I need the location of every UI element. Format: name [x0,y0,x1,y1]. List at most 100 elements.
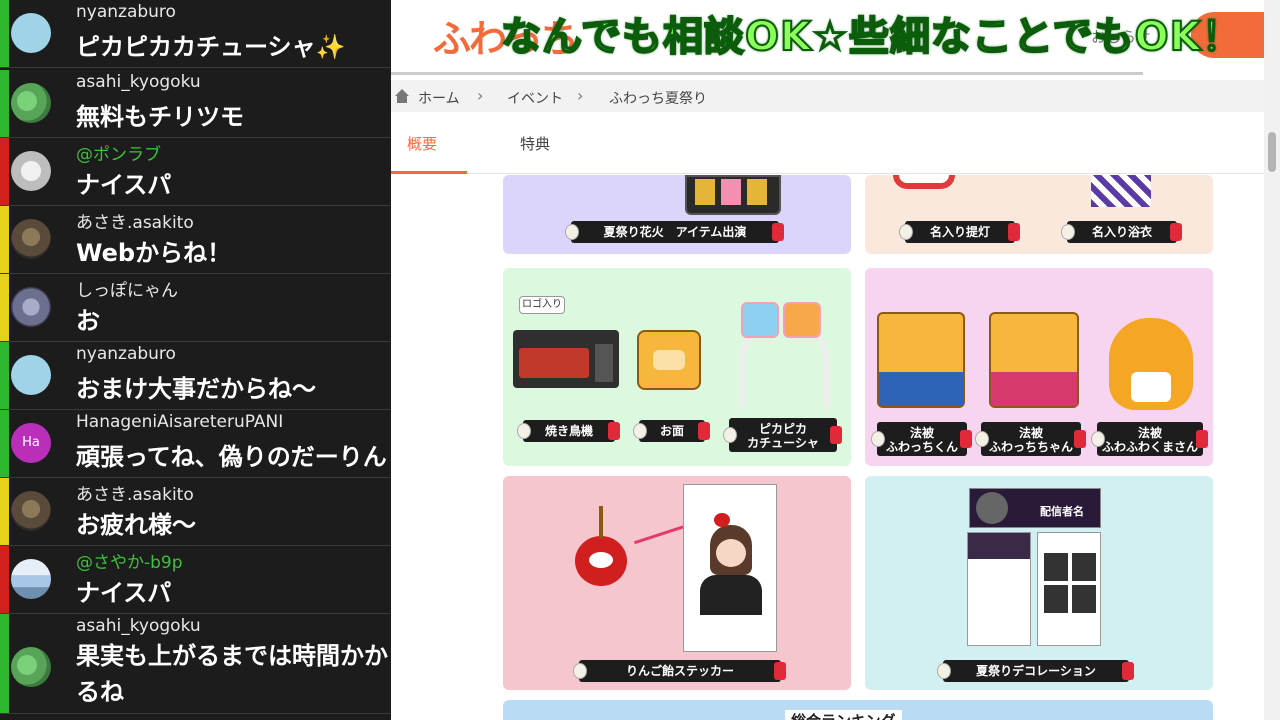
breadcrumb-home[interactable]: ホーム [418,88,460,108]
avatar [11,219,51,259]
reward-label-text: 名入り提灯 [929,225,990,239]
chat-username: asahi_kyogoku [76,72,201,92]
message-color-bar [0,342,9,409]
avatar [11,647,51,687]
reward-label: ピカピカ カチューシャ [723,418,842,452]
scrollbar[interactable] [1264,0,1280,720]
mask-image [637,330,701,390]
reward-label: 法被 ふわふわくまさん [1091,422,1208,456]
reward-label: 名入り浴衣 [1061,221,1182,243]
chat-message: しっぽにゃん お [0,274,391,342]
reward-card-apple-sticker: りんご飴ステッカー [503,476,851,690]
chat-username: あさき.asakito [76,213,194,233]
message-color-bar [0,546,9,613]
grill-image [513,330,619,388]
chat-username: nyanzaburo [76,344,176,364]
reward-label-text: りんご飴ステッカー [625,664,734,678]
chat-message: @さやか-b9p ナイスパ [0,546,391,614]
ranking-title: 総合ランキング [785,710,902,720]
avatar [11,491,51,531]
chat-username: HanageniAisareteruPANI [76,412,284,432]
decoration-banner-image: 配信者名 [969,488,1101,528]
chat-message: @ポンラブ ナイスパ [0,138,391,206]
chat-username: nyanzaburo [76,2,176,22]
message-color-bar [0,0,9,67]
reward-label: 名入り提灯 [899,221,1020,243]
chat-message: asahi_kyogoku 果実も上がるまでは時間かかるね [0,614,391,714]
reward-label: 夏祭りデコレーション [937,660,1134,682]
home-icon[interactable] [394,88,410,104]
chat-text: ナイスパ [76,171,172,199]
avatar-initials: Ha [22,435,40,450]
chat-username: あさき.asakito [76,485,194,505]
happi-mascot-girl-image [989,312,1079,408]
breadcrumb-current: ふわっち夏祭り [609,91,707,107]
reward-card-happi: 法被 ふわっちくん 法被 ふわっちちゃん 法被 ふわふわくまさん [865,268,1213,466]
message-color-bar [0,70,9,137]
banner-text: なんでも相談OK☆些細なことでもOK！ [500,13,1243,61]
avatar [11,83,51,123]
site-header: ふわっち おしらせ なんでも相談OK☆些細なことでもOK！ [391,0,1280,75]
chevron-right-icon: › [577,86,584,105]
chat-text: ピカピカカチューシャ✨ [76,33,346,61]
chat-username: asahi_kyogoku [76,616,201,636]
tab-rewards[interactable]: 特典 [520,133,550,154]
happi-bear-image [1109,318,1193,410]
reward-card-items: ロゴ入り 焼き鳥機 お面 ピカピカ カチューシャ [503,268,851,466]
avatar [11,287,51,327]
reward-label: お面 [633,420,710,442]
message-color-bar [0,410,9,477]
breadcrumb-event[interactable]: イベント [507,88,563,108]
breadcrumb: ホーム › イベント › ふわっち夏祭り [391,80,1280,112]
reward-label-text: 法被 ふわっちくん [885,426,958,454]
happi-mascot-boy-image [877,312,965,408]
chat-text: お [76,307,100,335]
phone-image [685,175,781,215]
active-tab-indicator [391,171,467,174]
chat-text: Webからね！ [76,239,232,267]
reward-label: 焼き鳥機 [517,420,620,442]
reward-card-decoration: 配信者名 夏祭りデコレーション [865,476,1213,690]
message-color-bar [0,614,9,713]
chat-text: 無料もチリツモ [76,103,244,131]
avatar [11,13,51,53]
stream-overlay-banner: なんでも相談OK☆些細なことでもOK！ [500,4,1243,62]
yukata-image [1091,175,1151,207]
tab-overview[interactable]: 概要 [407,133,437,154]
chat-text: おまけ大事だからね〜 [76,375,316,403]
chat-text: 頑張ってね、偽りのだーりん [76,443,387,471]
reward-label-text: お面 [659,424,684,438]
phone-preview-image [683,484,777,652]
header-divider [391,72,1143,75]
reward-card-fireworks: 夏祭り花火 アイテム出演 [503,175,851,254]
message-color-bar [0,138,9,205]
chat-message: あさき.asakito Webからね！ [0,206,391,274]
logo-tag: ロゴ入り [519,296,565,314]
reward-label-text: 法被 ふわっちちゃん [988,426,1073,454]
reward-label: 法被 ふわっちくん [871,422,972,456]
decoration-grid-image [1037,532,1101,646]
chat-panel: nyanzaburo ピカピカカチューシャ✨ asahi_kyogoku 無料も… [0,0,391,720]
tab-bar: 概要 特典 [391,112,1280,174]
decoration-screen-image [967,532,1031,646]
reward-label-text: ピカピカ カチューシャ [747,422,819,450]
reward-label-text: 焼き鳥機 [544,424,593,438]
reward-label-text: 法被 ふわふわくまさん [1101,426,1198,454]
reward-label: 夏祭り花火 アイテム出演 [565,221,784,243]
avatar [11,559,51,599]
candy-apple-image [575,536,627,586]
avatar [11,151,51,191]
chat-username: @ポンラブ [76,145,161,165]
lantern-image [893,175,955,189]
message-color-bar [0,274,9,341]
chat-message: asahi_kyogoku 無料もチリツモ [0,70,391,138]
chevron-right-icon: › [477,86,484,105]
chat-username: しっぽにゃん [76,281,178,301]
message-color-bar [0,206,9,273]
scrollbar-thumb[interactable] [1268,132,1276,172]
message-color-bar [0,478,9,545]
browser-page: ふわっち おしらせ なんでも相談OK☆些細なことでもOK！ ホーム › イベント… [391,0,1280,720]
headband-mascot-image [741,302,779,338]
reward-label: りんご飴ステッカー [573,660,786,682]
chat-username: @さやか-b9p [76,553,183,573]
